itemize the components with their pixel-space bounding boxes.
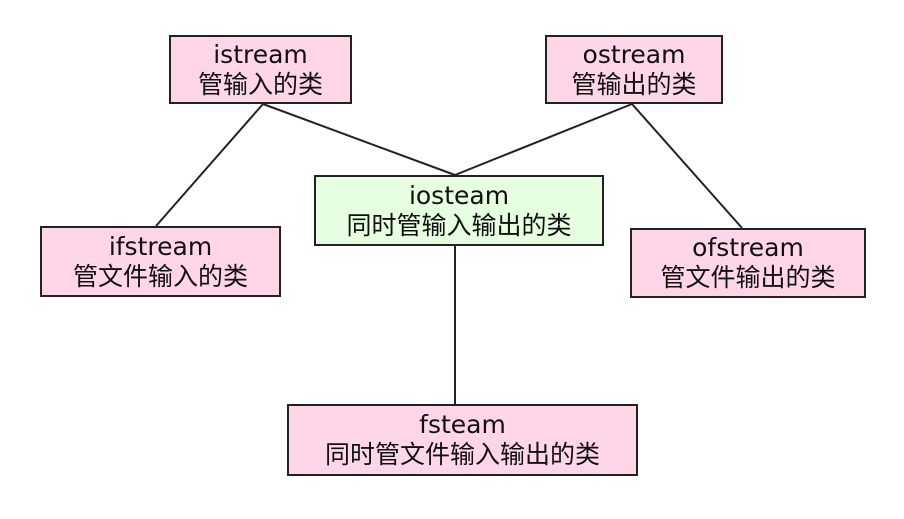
node-ofstream-name: ofstream [692, 233, 804, 262]
edge-istream-iosteam [262, 103, 456, 176]
node-ofstream-desc: 管文件输出的类 [660, 263, 836, 292]
node-iosteam-name: iosteam [408, 180, 510, 210]
edge-istream-ifstream [155, 103, 264, 227]
node-fsteam-name: fsteam [419, 410, 506, 439]
node-istream-desc: 管输入的类 [197, 69, 323, 99]
class-hierarchy-diagram: istream 管输入的类 ostream 管输出的类 iosteam 同时管输… [0, 0, 904, 519]
edge-ostream-iosteam [454, 103, 633, 176]
edge-ostream-ofstream [631, 103, 743, 229]
node-fsteam: fsteam 同时管文件输入输出的类 [287, 404, 638, 476]
node-ifstream-desc: 管文件输入的类 [72, 261, 248, 291]
node-fsteam-desc: 同时管文件输入输出的类 [324, 440, 600, 469]
node-ostream-name: ostream [582, 39, 686, 69]
node-ifstream: ifstream 管文件输入的类 [40, 226, 281, 297]
node-ofstream: ofstream 管文件输出的类 [630, 228, 866, 298]
node-iosteam-desc: 同时管输入输出的类 [346, 210, 572, 240]
node-ifstream-name: ifstream [108, 231, 213, 261]
node-iosteam: iosteam 同时管输入输出的类 [314, 175, 604, 246]
node-istream: istream 管输入的类 [169, 35, 352, 104]
node-ostream: ostream 管输出的类 [545, 35, 723, 104]
node-istream-name: istream [213, 39, 308, 69]
node-ostream-desc: 管输出的类 [571, 69, 697, 99]
